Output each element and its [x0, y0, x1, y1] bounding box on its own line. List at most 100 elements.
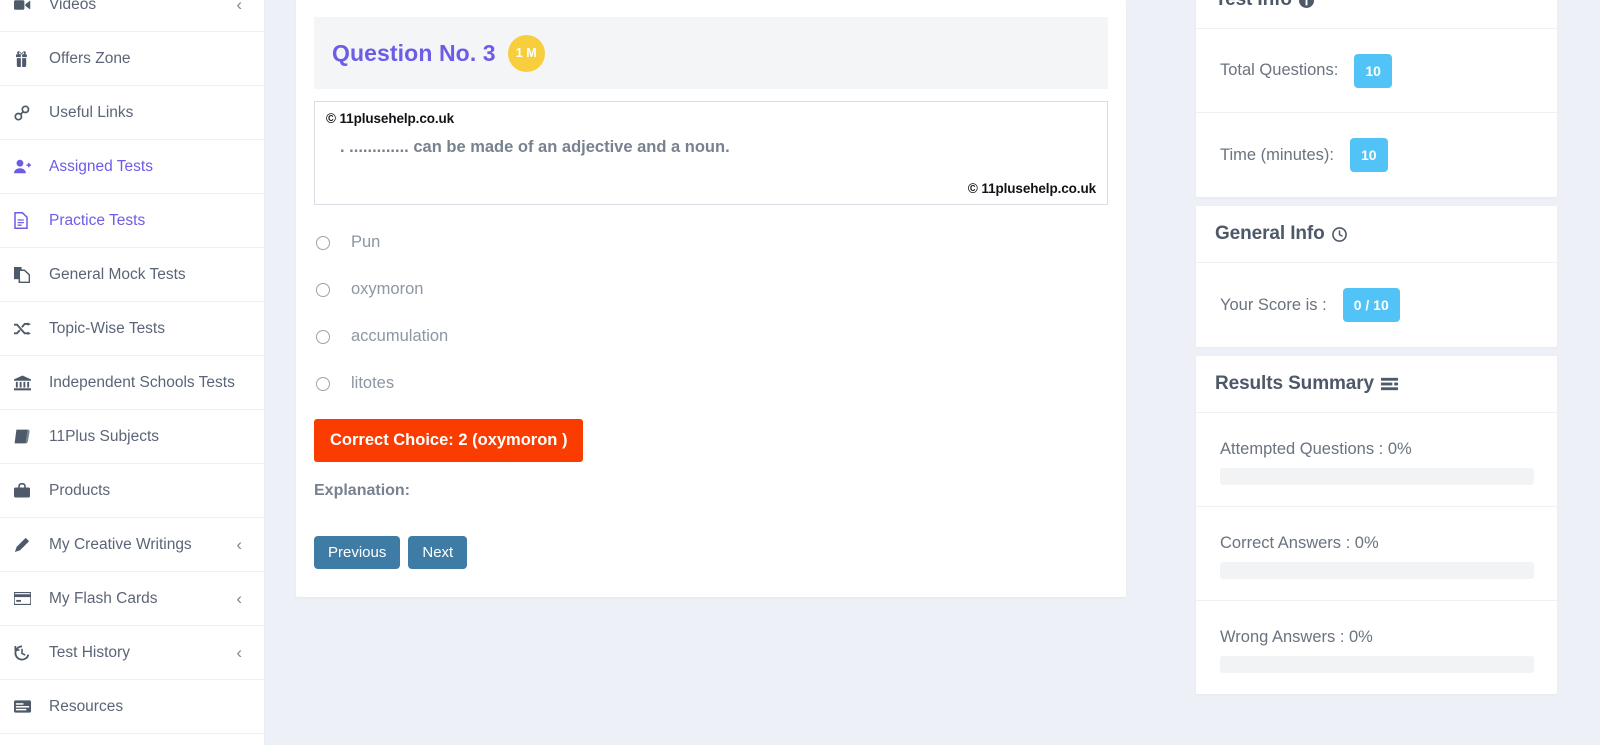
- chevron-left-icon[interactable]: ‹: [236, 0, 248, 13]
- info-row: Your Score is : 0 / 10: [1196, 263, 1557, 347]
- sidebar-item-test-history[interactable]: Test History ‹: [0, 626, 264, 680]
- sidebar-item-assigned-tests[interactable]: Assigned Tests: [0, 140, 264, 194]
- pencil-icon: [14, 537, 44, 553]
- info-row: Time (minutes): 10: [1196, 113, 1557, 197]
- radio-button-icon[interactable]: [316, 235, 330, 250]
- answer-option-label: Pun: [351, 233, 381, 251]
- info-row-label: Time (minutes):: [1220, 145, 1334, 164]
- answer-options[interactable]: Pun oxymoron accumulation litotes: [314, 205, 1108, 407]
- answer-option[interactable]: Pun: [314, 219, 1108, 266]
- chevron-left-icon[interactable]: ‹: [236, 536, 248, 553]
- sidebar-item-label: General Mock Tests: [49, 265, 186, 283]
- answer-option-label: litotes: [351, 374, 395, 392]
- sidebar-item-videos[interactable]: Videos ‹: [0, 0, 264, 32]
- answer-option[interactable]: oxymoron: [314, 266, 1108, 313]
- sidebar-item-label: Videos: [49, 0, 97, 13]
- sidebar-item-label: Practice Tests: [49, 211, 146, 229]
- answer-option[interactable]: accumulation: [314, 313, 1108, 360]
- sidebar-item-11plus-subjects[interactable]: 11Plus Subjects: [0, 410, 264, 464]
- previous-button[interactable]: Previous: [314, 536, 401, 569]
- question-nav-buttons: Previous Next: [314, 500, 1108, 569]
- general-info-title-text: General Info: [1215, 223, 1325, 244]
- sidebar-nav-list: Videos ‹ Offers Zone Useful Links Assigned T…: [0, 0, 264, 734]
- chevron-left-icon[interactable]: ‹: [236, 590, 248, 607]
- info-row-label: Total Questions:: [1220, 61, 1339, 79]
- answer-option-label: oxymoron: [351, 280, 424, 298]
- test-info-title-text: Test Info: [1215, 0, 1292, 11]
- correct-choice-button[interactable]: Correct Choice: 2 (oxymoron ): [314, 419, 584, 462]
- general-info-panel: General Info Your Score is : 0 / 10: [1196, 206, 1557, 347]
- info-row: Total Questions: 10: [1196, 29, 1557, 113]
- sidebar-item-label: Test History: [49, 643, 130, 661]
- sidebar-item-offers-zone[interactable]: Offers Zone: [0, 32, 264, 86]
- results-summary-panel: Results Summary Attempted Questions : 0%…: [1196, 356, 1557, 694]
- result-progress-bar: [1220, 562, 1534, 579]
- test-info-title: Test Info: [1196, 0, 1557, 29]
- sidebar-item-label: Useful Links: [49, 103, 134, 121]
- sidebar-item-practice-tests[interactable]: Practice Tests: [0, 194, 264, 248]
- question-card: Question No. 3 1 M © 11plusehelp.co.uk .…: [296, 0, 1126, 597]
- radio-button-icon[interactable]: [316, 329, 330, 344]
- results-summary-title: Results Summary: [1196, 356, 1557, 413]
- history-clock-icon: [14, 645, 44, 661]
- sidebar-item-label: My Creative Writings: [49, 535, 192, 553]
- sidebar-item-my-creative-writings[interactable]: My Creative Writings ‹: [0, 518, 264, 572]
- result-progress-bar: [1220, 656, 1534, 673]
- sidebar-item-resources[interactable]: Resources: [0, 680, 264, 734]
- result-bar-row: Wrong Answers : 0%: [1196, 601, 1557, 694]
- question-header: Question No. 3 1 M: [314, 17, 1108, 89]
- radio-button-icon[interactable]: [316, 282, 330, 297]
- book-icon: [14, 429, 44, 444]
- sidebar-item-products[interactable]: Products: [0, 464, 264, 518]
- credit-card-icon: [14, 592, 44, 605]
- document-icon: [14, 212, 44, 229]
- sidebar-item-label: My Flash Cards: [49, 589, 158, 607]
- chevron-left-icon[interactable]: ‹: [236, 644, 248, 661]
- sidebar-item-my-flash-cards[interactable]: My Flash Cards ‹: [0, 572, 264, 626]
- info-row-value-badge: 0 / 10: [1342, 288, 1400, 322]
- video-camera-icon: [14, 0, 44, 12]
- resources-icon: [14, 700, 44, 713]
- sidebar[interactable]: Videos ‹ Offers Zone Useful Links Assigned T…: [0, 0, 265, 745]
- result-bar-label: Wrong Answers : 0%: [1220, 628, 1373, 646]
- info-circle-icon: [1298, 0, 1314, 8]
- result-bar-label: Correct Answers : 0%: [1220, 534, 1379, 552]
- page-title: Question No. 3: [332, 39, 496, 66]
- marks-badge: 1 M: [507, 34, 545, 72]
- next-button[interactable]: Next: [408, 536, 468, 569]
- briefcase-icon: [14, 483, 44, 498]
- answer-option-label: accumulation: [351, 327, 449, 345]
- shuffle-icon: [14, 321, 44, 336]
- general-info-rows: Your Score is : 0 / 10: [1196, 263, 1557, 347]
- test-page: Videos ‹ Offers Zone Useful Links Assigned T…: [0, 0, 1600, 745]
- answer-option[interactable]: litotes: [314, 360, 1108, 407]
- radio-button-icon[interactable]: [316, 376, 330, 391]
- gift-icon: [14, 50, 44, 67]
- link-chain-icon: [14, 104, 44, 121]
- clock-circle-icon: [1331, 226, 1347, 242]
- info-row-value-badge: 10: [1350, 138, 1388, 172]
- sidebar-item-topic-wise-tests[interactable]: Topic-Wise Tests: [0, 302, 264, 356]
- result-bar-row: Correct Answers : 0%: [1196, 507, 1557, 601]
- sidebar-item-label: Offers Zone: [49, 49, 131, 67]
- sidebar-item-independent-schools-tests[interactable]: Independent Schools Tests: [0, 356, 264, 410]
- result-bar-label: Attempted Questions : 0%: [1220, 440, 1412, 458]
- general-info-title: General Info: [1196, 206, 1557, 263]
- results-summary-bars: Attempted Questions : 0% Correct Answers …: [1196, 413, 1557, 694]
- user-plus-icon: [14, 159, 44, 174]
- info-row-label: Your Score is :: [1220, 295, 1327, 314]
- sidebar-item-label: Assigned Tests: [49, 157, 153, 175]
- copyright-top: © 11plusehelp.co.uk: [326, 111, 455, 126]
- main-content: Question No. 3 1 M © 11plusehelp.co.uk .…: [265, 0, 1190, 745]
- right-sidebar: Test Info Total Questions:10Time (minute…: [1190, 0, 1600, 745]
- sidebar-item-general-mock-tests[interactable]: General Mock Tests: [0, 248, 264, 302]
- copy-files-icon: [14, 266, 44, 283]
- sidebar-item-label: 11Plus Subjects: [49, 427, 159, 445]
- explanation-label: Explanation:: [314, 482, 411, 499]
- sidebar-item-label: Resources: [49, 697, 124, 715]
- sidebar-item-label: Independent Schools Tests: [49, 373, 235, 391]
- sidebar-item-useful-links[interactable]: Useful Links: [0, 86, 264, 140]
- sidebar-item-label: Products: [49, 481, 111, 499]
- question-body: © 11plusehelp.co.uk . ............. can …: [314, 101, 1108, 205]
- result-progress-bar: [1220, 468, 1534, 485]
